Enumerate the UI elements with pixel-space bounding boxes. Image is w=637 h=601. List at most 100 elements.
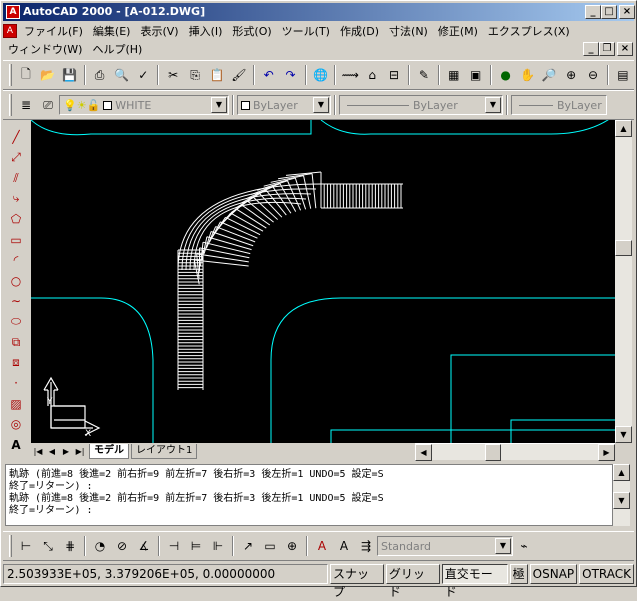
diameter-dim-icon[interactable]: ⊘ xyxy=(111,535,133,557)
circle-icon[interactable]: ○ xyxy=(5,271,27,292)
open-icon[interactable]: 📂 xyxy=(37,64,59,86)
coordinate-readout[interactable]: 2.503933E+05, 3.379206E+05, 0.00000000 xyxy=(3,564,328,584)
chevron-down-icon[interactable]: ▼ xyxy=(313,97,329,113)
doc-close-button[interactable]: × xyxy=(617,42,633,56)
dim-text-edit-icon[interactable]: A xyxy=(333,535,355,557)
aerial-view-icon[interactable]: ▦ xyxy=(443,64,465,86)
drawing-area[interactable]: Y X xyxy=(31,120,615,443)
command-window[interactable]: 軌跡 (前進=8 後進=2 前右折=9 前左折=7 後右折=3 後左折=1 UN… xyxy=(5,464,613,526)
maximize-button[interactable]: □ xyxy=(601,5,617,19)
layer-dropdown[interactable]: 💡 ☀ 🔓 WHITE ▼ xyxy=(59,95,229,115)
scroll-down-button[interactable]: ▼ xyxy=(615,426,632,443)
menu-item[interactable]: ツール(T) xyxy=(277,23,335,39)
prev-tab-icon[interactable]: ◀ xyxy=(45,445,59,459)
angular-dim-icon[interactable]: ∡ xyxy=(133,535,155,557)
doc-minimize-button[interactable]: _ xyxy=(583,42,599,56)
polygon-icon[interactable]: ⬠ xyxy=(5,209,27,230)
grid-toggle[interactable]: グリッド xyxy=(386,564,440,584)
document-icon[interactable]: A xyxy=(3,24,17,38)
chevron-down-icon[interactable]: ▼ xyxy=(485,97,501,113)
aligned-dim-icon[interactable]: ⤡ xyxy=(37,535,59,557)
leader-icon[interactable]: ↗ xyxy=(237,535,259,557)
toolbar-grip-3[interactable] xyxy=(9,535,12,557)
polyline-icon[interactable]: ⤷ xyxy=(5,189,27,210)
command-scrollbar[interactable]: ▲ ▼ xyxy=(613,464,630,526)
menu-item[interactable]: エクスプレス(X) xyxy=(483,23,575,39)
preview-icon[interactable]: 🔍 xyxy=(111,64,133,86)
copy-icon[interactable]: ⎘ xyxy=(184,64,206,86)
properties-icon[interactable]: ▤ xyxy=(612,64,634,86)
menu-item[interactable]: 形式(O) xyxy=(227,23,276,39)
scroll-thumb[interactable] xyxy=(615,240,632,256)
menu-item[interactable]: 表示(V) xyxy=(135,23,183,39)
chevron-down-icon[interactable]: ▼ xyxy=(495,538,511,554)
undo-icon[interactable]: ↶ xyxy=(258,64,280,86)
dim-update-icon[interactable]: ⇶ xyxy=(355,535,377,557)
linetype-dropdown[interactable]: ByLayer ▼ xyxy=(339,95,503,115)
mtext-icon[interactable]: A xyxy=(5,435,27,456)
print-icon[interactable]: ⎙ xyxy=(89,64,111,86)
color-dropdown[interactable]: ByLayer ▼ xyxy=(237,95,331,115)
scroll-right-button[interactable]: ▶ xyxy=(598,444,615,461)
match-properties-icon[interactable]: 🖌 xyxy=(228,64,250,86)
multiline-icon[interactable]: ⫽ xyxy=(5,168,27,189)
named-views-icon[interactable]: ▣ xyxy=(465,64,487,86)
last-tab-icon[interactable]: ▶| xyxy=(73,445,87,459)
quick-dim-icon[interactable]: ⊣ xyxy=(163,535,185,557)
tolerance-icon[interactable]: ▭ xyxy=(259,535,281,557)
hyperlink-icon[interactable]: 🌐 xyxy=(310,64,332,86)
menu-item[interactable]: ヘルプ(H) xyxy=(87,41,147,57)
linear-dim-icon[interactable]: ⊢ xyxy=(15,535,37,557)
ellipse-icon[interactable]: ⬭ xyxy=(5,312,27,333)
scroll-up-button[interactable]: ▲ xyxy=(613,464,630,481)
make-layer-current-icon[interactable]: ⎚ xyxy=(37,94,59,116)
line-icon[interactable]: ╱ xyxy=(5,127,27,148)
autocad-app-icon[interactable]: A xyxy=(6,5,20,19)
layer-manager-icon[interactable]: ≣ xyxy=(15,94,37,116)
toolbar-grip-2[interactable] xyxy=(9,94,12,116)
vertical-scrollbar[interactable]: ▲ ▼ xyxy=(615,120,632,443)
pan-icon[interactable]: ✋ xyxy=(517,64,539,86)
menu-item[interactable]: 編集(E) xyxy=(88,23,136,39)
ortho-toggle[interactable]: 直交モード xyxy=(442,564,508,584)
dimstyle-manager-icon[interactable]: ⌁ xyxy=(513,535,535,557)
arc-icon[interactable]: ◜ xyxy=(5,250,27,271)
paste-icon[interactable]: 📋 xyxy=(206,64,228,86)
zoom-previous-icon[interactable]: ⊖ xyxy=(582,64,604,86)
zoom-realtime-icon[interactable]: 🔎 xyxy=(538,64,560,86)
menu-item[interactable]: ウィンドウ(W) xyxy=(3,41,87,57)
ucs-icon[interactable]: ⊟ xyxy=(383,64,405,86)
doc-restore-button[interactable]: ❐ xyxy=(599,42,615,56)
osnap-toggle[interactable]: OSNAP xyxy=(530,564,577,584)
scroll-up-button[interactable]: ▲ xyxy=(615,120,632,137)
dim-edit-icon[interactable]: A xyxy=(311,535,333,557)
scroll-left-button[interactable]: ◀ xyxy=(415,444,432,461)
tab-model[interactable]: モデル xyxy=(89,444,129,459)
menu-item[interactable]: 挿入(I) xyxy=(184,23,228,39)
next-tab-icon[interactable]: ▶ xyxy=(59,445,73,459)
otrack-toggle[interactable]: OTRACK xyxy=(579,564,634,584)
first-tab-icon[interactable]: |◀ xyxy=(31,445,45,459)
menu-item[interactable]: ファイル(F) xyxy=(19,23,88,39)
menu-item[interactable]: 寸法(N) xyxy=(384,23,433,39)
rectangle-icon[interactable]: ▭ xyxy=(5,230,27,251)
ordinate-dim-icon[interactable]: ⋕ xyxy=(59,535,81,557)
drawing-canvas[interactable]: Y X xyxy=(31,120,615,443)
tracking-icon[interactable]: ⟿ xyxy=(339,64,361,86)
tab-layout1[interactable]: レイアウト1 xyxy=(131,444,197,459)
region-icon[interactable]: ◎ xyxy=(5,414,27,435)
redo-icon[interactable]: ↷ xyxy=(280,64,302,86)
toolbar-grip[interactable] xyxy=(9,64,12,86)
zoom-window-icon[interactable]: ⊕ xyxy=(560,64,582,86)
lineweight-dropdown[interactable]: ByLayer xyxy=(511,95,607,115)
horizontal-scrollbar[interactable]: ◀ ▶ xyxy=(415,443,615,460)
hscroll-thumb[interactable] xyxy=(485,444,501,461)
snap-toggle[interactable]: スナップ xyxy=(330,564,384,584)
save-icon[interactable]: 💾 xyxy=(59,64,81,86)
cut-icon[interactable]: ✂ xyxy=(162,64,184,86)
continue-dim-icon[interactable]: ⊩ xyxy=(207,535,229,557)
redraw-icon[interactable]: ✎ xyxy=(413,64,435,86)
radius-dim-icon[interactable]: ◔ xyxy=(89,535,111,557)
baseline-dim-icon[interactable]: ⊨ xyxy=(185,535,207,557)
center-mark-icon[interactable]: ⊕ xyxy=(281,535,303,557)
